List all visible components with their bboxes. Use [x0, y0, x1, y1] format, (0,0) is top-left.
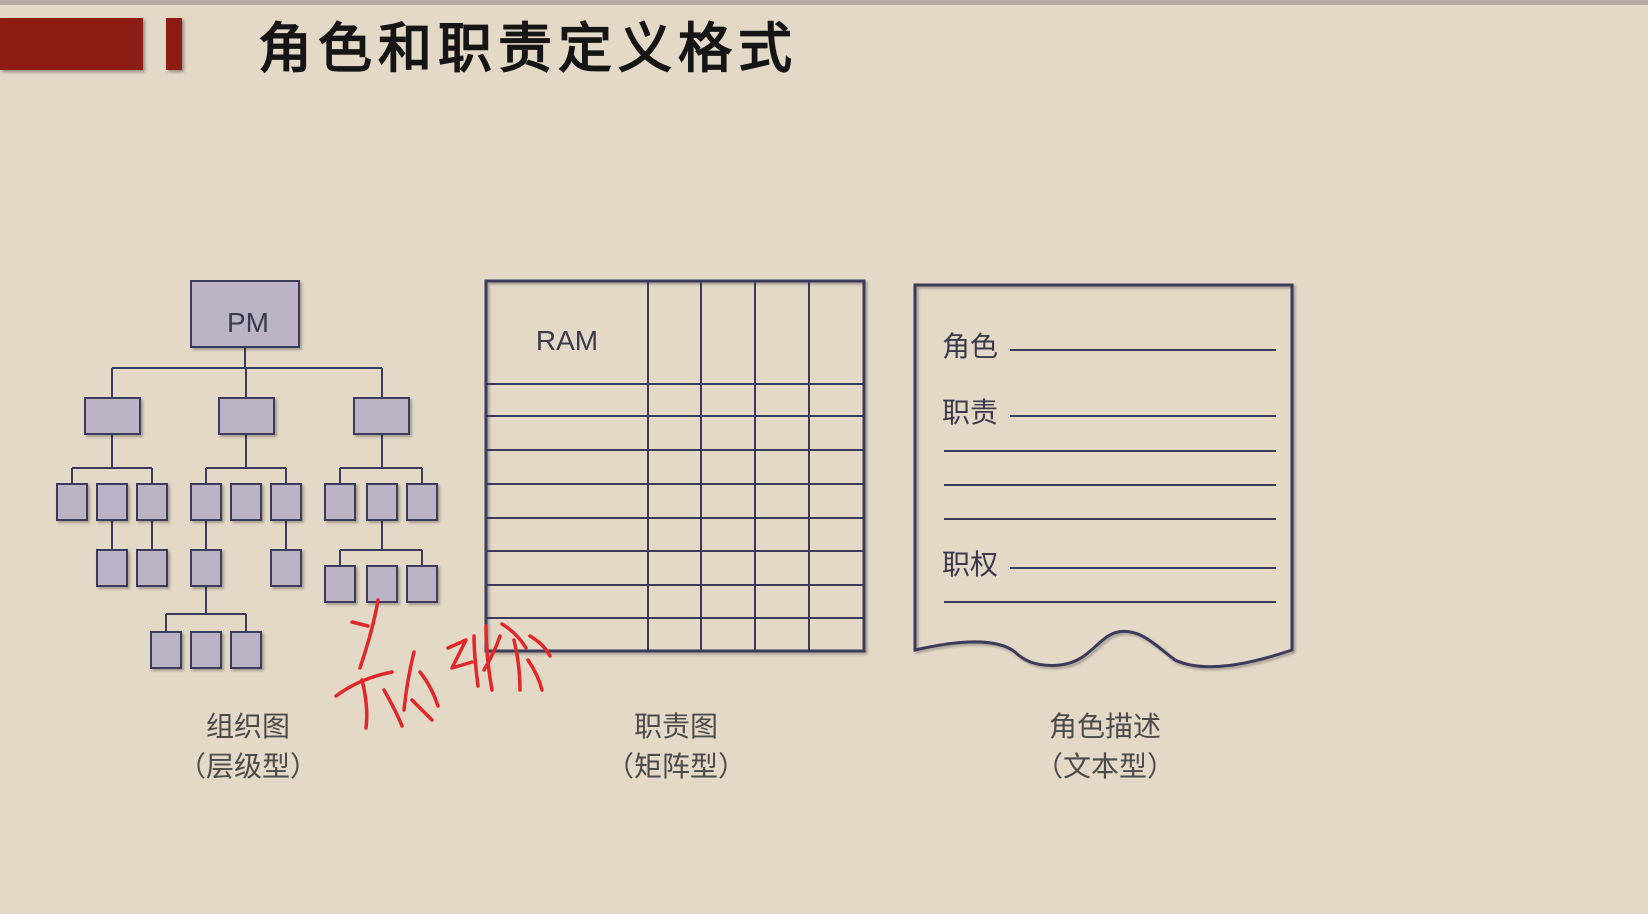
org-root-label: PM	[227, 307, 269, 338]
responsibility-field-label: 职责	[942, 396, 998, 429]
role-document-caption: 角色描述 （文本型）	[975, 707, 1235, 787]
org-node	[150, 631, 182, 669]
org-node	[96, 549, 128, 587]
org-chart-caption-type: （层级型）	[177, 750, 318, 783]
org-node	[218, 397, 275, 435]
ram-matrix-caption-title: 职责图	[633, 710, 718, 743]
org-node	[96, 483, 128, 521]
org-node	[270, 483, 302, 521]
role-document: 角色 职责 职权	[913, 283, 1294, 669]
org-chart: PM	[56, 280, 438, 669]
org-node	[230, 483, 262, 521]
org-node	[366, 565, 398, 603]
org-node	[324, 565, 356, 603]
org-node	[230, 631, 262, 669]
role-field-label: 角色	[942, 330, 998, 363]
org-node	[84, 397, 141, 435]
org-node	[406, 565, 438, 603]
org-node	[366, 483, 398, 521]
ram-header-label: RAM	[536, 325, 598, 356]
org-node	[353, 397, 410, 435]
org-node	[190, 549, 222, 587]
ram-matrix: RAM	[484, 279, 866, 653]
ram-matrix-caption: 职责图 （矩阵型）	[546, 707, 806, 787]
org-node	[56, 483, 88, 521]
ram-matrix-caption-type: （矩阵型）	[605, 750, 746, 783]
org-chart-caption: 组织图 （层级型）	[118, 707, 378, 787]
org-node	[406, 483, 438, 521]
org-chart-caption-title: 组织图	[205, 710, 290, 743]
org-node	[270, 549, 302, 587]
org-node	[190, 483, 222, 521]
role-document-caption-title: 角色描述	[1048, 710, 1161, 743]
org-node	[136, 483, 168, 521]
org-node	[136, 549, 168, 587]
authority-field-label: 职权	[942, 548, 998, 581]
org-node	[190, 631, 222, 669]
org-chart-boxes	[56, 280, 438, 669]
org-node	[324, 483, 356, 521]
role-document-caption-type: （文本型）	[1034, 750, 1175, 783]
